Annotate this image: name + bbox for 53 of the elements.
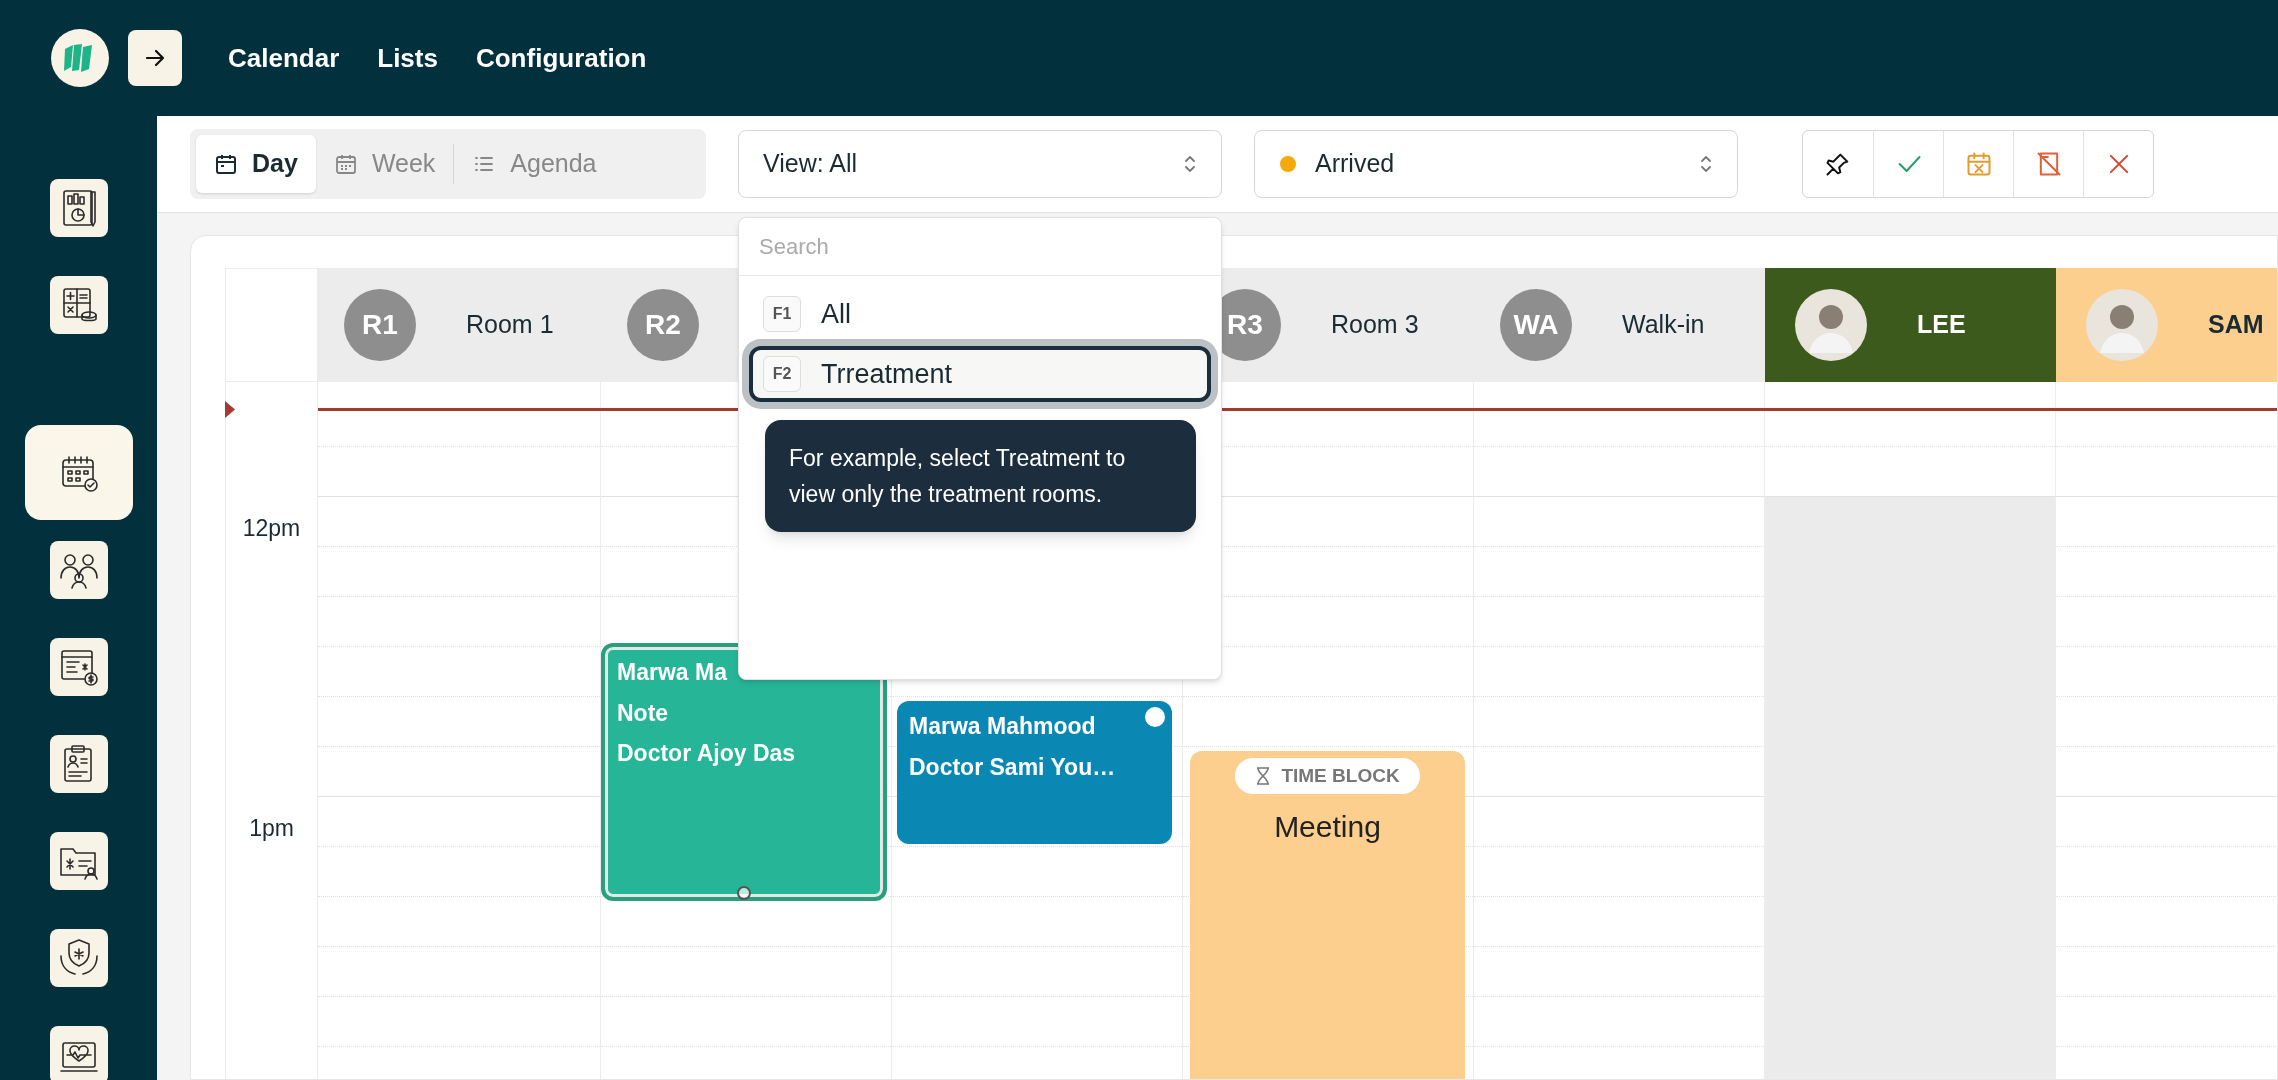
sidebar-item[interactable] [24, 425, 133, 520]
resize-handle[interactable] [737, 886, 751, 900]
sidebar-item[interactable] [49, 735, 108, 793]
status-circle-icon [1144, 706, 1166, 728]
expand-button[interactable] [128, 30, 182, 86]
nav-link[interactable]: Configuration [475, 38, 647, 78]
nav-link[interactable]: Lists [377, 38, 438, 78]
sidebar-item[interactable] [49, 1026, 108, 1080]
shortcut-key: F2 [763, 356, 801, 392]
search-field[interactable]: Search [739, 218, 1221, 276]
room-badge: R2 [627, 289, 699, 361]
time-block-tag: TIME BLOCK [1235, 758, 1420, 794]
column-title: SAM [2208, 309, 2264, 341]
crossed-document-icon [2034, 150, 2063, 178]
sidebar-item[interactable] [49, 832, 108, 890]
appointment-text: Doctor Ajoy Das [617, 739, 796, 768]
time-label: 1pm [249, 814, 294, 843]
room-badge: R1 [344, 289, 416, 361]
hourglass-icon [1255, 766, 1272, 786]
appointment-text: Doctor Sami You… [909, 752, 1116, 782]
appointment-text: Marwa Ma [617, 658, 727, 687]
column-title: LEE [1917, 309, 1966, 341]
appointment-text: Marwa Mahmood [909, 712, 1096, 741]
chevron-updown-icon [1183, 153, 1197, 175]
appointment-text: Note [617, 698, 669, 728]
view-select[interactable]: View: All [738, 130, 1222, 198]
sidebar-item[interactable] [49, 179, 108, 237]
column-title: Walk-in [1622, 309, 1705, 341]
nav-link[interactable]: Calendar [228, 38, 340, 78]
time-block-card[interactable]: TIME BLOCK Meeting [1190, 751, 1465, 1079]
chevron-updown-icon [1699, 153, 1713, 175]
calendar-icon [214, 152, 238, 176]
time-block-title: Meeting [1274, 809, 1381, 845]
calendar-icon [333, 152, 358, 176]
sidebar-item[interactable] [49, 541, 108, 599]
status-select[interactable]: Arrived [1254, 130, 1738, 198]
time-label: 12pm [242, 514, 301, 543]
current-time-marker-icon [225, 401, 235, 418]
room-badge: WA [1500, 289, 1572, 361]
avatar-icon [2086, 289, 2158, 361]
tooltip: For example, select Treatment to view only the treatment rooms. [765, 420, 1196, 532]
column-title: Room 1 [466, 309, 554, 341]
appointment-card[interactable]: Marwa Mahmood Doctor Sami You… [897, 701, 1172, 844]
shortcut-key: F1 [763, 296, 801, 332]
sidebar-item[interactable] [49, 638, 108, 696]
logo-icon[interactable] [51, 29, 109, 87]
column-title: Room 3 [1331, 309, 1419, 341]
sidebar-item[interactable] [49, 276, 108, 334]
avatar-icon [1795, 289, 1867, 361]
sidebar-item[interactable] [49, 929, 108, 987]
status-dot-icon [1279, 155, 1297, 173]
dropdown-option[interactable]: F1 All [749, 286, 1211, 342]
view-tab[interactable]: Day [196, 135, 316, 193]
